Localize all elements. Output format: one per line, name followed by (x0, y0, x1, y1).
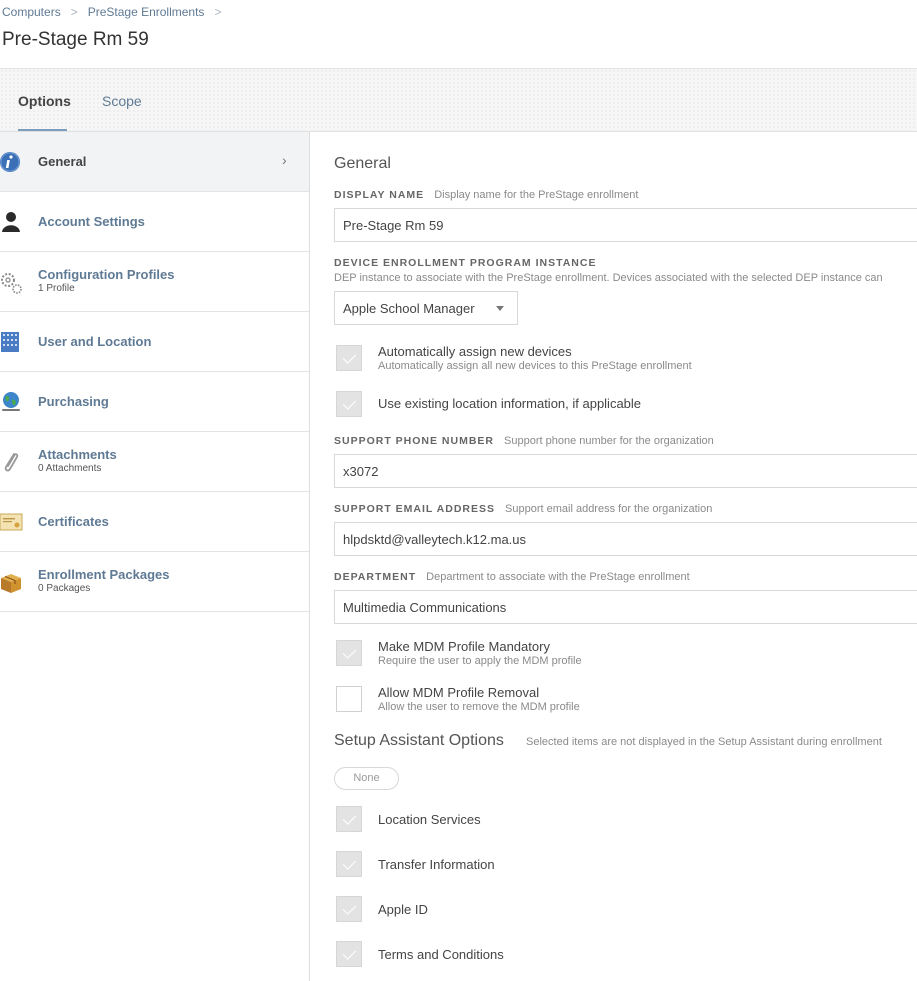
package-icon (1, 574, 21, 593)
dep-instance-select[interactable]: Apple School Manager (334, 291, 518, 325)
display-name-input[interactable] (334, 208, 917, 242)
support-email-label: SUPPORT EMAIL ADDRESS Support email addre… (334, 503, 712, 515)
auto-assign-label: Automatically assign new devices (378, 344, 572, 359)
breadcrumb-separator: > (70, 5, 78, 19)
sidebar-item-purchasing[interactable]: Purchasing (0, 372, 309, 432)
info-icon (0, 152, 20, 172)
support-phone-label-text: SUPPORT PHONE NUMBER (334, 435, 495, 447)
section-title-general: General (334, 155, 391, 172)
use-location-checkbox[interactable] (336, 391, 362, 417)
building-icon (1, 332, 19, 352)
gears-icon (1, 273, 22, 294)
dropdown-caret-icon (496, 306, 504, 311)
sidebar-item-label: Account Settings (38, 214, 145, 229)
active-tab-indicator (18, 129, 67, 131)
sidebar-item-label: Certificates (38, 514, 109, 529)
certificate-icon (0, 513, 23, 531)
mdm-mandatory-label: Make MDM Profile Mandatory (378, 639, 550, 654)
general-settings-panel: General DISPLAY NAME Display name for the… (311, 132, 917, 981)
location-services-label: Location Services (378, 812, 481, 827)
sidebar-item-user-and-location[interactable]: User and Location (0, 312, 309, 372)
breadcrumb: Computers > PreStage Enrollments > (2, 5, 231, 19)
tab-bar: Options Scope (0, 68, 917, 132)
paperclip-icon (4, 453, 19, 472)
breadcrumb-separator: > (214, 5, 222, 19)
chevron-right-icon: › (282, 152, 287, 168)
department-hint: Department to associate with the PreStag… (426, 571, 690, 583)
department-input[interactable] (334, 590, 917, 624)
dep-instance-description: DEP instance to associate with the PreSt… (334, 272, 883, 284)
support-email-hint: Support email address for the organizati… (505, 503, 713, 515)
apple-id-checkbox[interactable] (336, 896, 362, 922)
user-silhouette-icon (2, 212, 20, 232)
terms-and-conditions-label: Terms and Conditions (378, 947, 504, 962)
sidebar-item-label: User and Location (38, 334, 152, 349)
page-title: Pre-Stage Rm 59 (2, 29, 149, 50)
apple-id-label: Apple ID (378, 902, 428, 917)
page-header: Computers > PreStage Enrollments > Pre-S… (0, 0, 917, 68)
mdm-mandatory-description: Require the user to apply the MDM profil… (378, 655, 582, 667)
transfer-information-checkbox[interactable] (336, 851, 362, 877)
sidebar: General › Account Settings Configuration… (0, 132, 310, 981)
tab-scope[interactable]: Scope (102, 93, 142, 109)
sidebar-item-label: Configuration Profiles (38, 267, 175, 282)
sidebar-item-attachments[interactable]: Attachments 0 Attachments (0, 432, 309, 492)
display-name-label-text: DISPLAY NAME (334, 189, 425, 201)
checkmark-icon (342, 350, 357, 364)
breadcrumb-computers[interactable]: Computers (2, 5, 61, 19)
checkmark-icon (342, 645, 357, 659)
mdm-removal-label: Allow MDM Profile Removal (378, 685, 540, 700)
setup-assistant-hint: Selected items are not displayed in the … (526, 736, 882, 748)
support-email-input[interactable] (334, 522, 917, 556)
section-title-setup-assistant: Setup Assistant Options (334, 732, 504, 749)
sidebar-item-enrollment-packages[interactable]: Enrollment Packages 0 Packages (0, 552, 309, 612)
display-name-label: DISPLAY NAME Display name for the PreStag… (334, 189, 638, 201)
support-email-label-text: SUPPORT EMAIL ADDRESS (334, 503, 496, 515)
sidebar-item-general[interactable]: General › (0, 132, 309, 192)
sidebar-item-configuration-profiles[interactable]: Configuration Profiles 1 Profile (0, 252, 309, 312)
sidebar-item-count: 0 Packages (38, 583, 91, 594)
support-phone-hint: Support phone number for the organizatio… (504, 435, 714, 447)
tab-options[interactable]: Options (18, 93, 71, 109)
checkmark-icon (342, 901, 357, 915)
dep-instance-selected-value: Apple School Manager (343, 301, 475, 316)
support-phone-input[interactable] (334, 454, 917, 488)
checkmark-icon (342, 811, 357, 825)
support-phone-label: SUPPORT PHONE NUMBER Support phone number… (334, 435, 714, 447)
department-label-text: DEPARTMENT (334, 571, 417, 583)
use-location-label: Use existing location information, if ap… (378, 396, 642, 411)
globe-icon (2, 392, 20, 411)
location-services-checkbox[interactable] (336, 806, 362, 832)
terms-and-conditions-checkbox[interactable] (336, 941, 362, 967)
breadcrumb-prestage-enrollments[interactable]: PreStage Enrollments (88, 5, 205, 19)
checkmark-icon (342, 946, 357, 960)
mdm-mandatory-checkbox[interactable] (336, 640, 362, 666)
sidebar-item-certificates[interactable]: Certificates (0, 492, 309, 552)
sidebar-item-account-settings[interactable]: Account Settings (0, 192, 309, 252)
sidebar-item-label: General (38, 154, 87, 169)
none-button[interactable]: None (334, 767, 399, 790)
sidebar-item-label: Attachments (38, 447, 117, 462)
mdm-removal-description: Allow the user to remove the MDM profile (378, 701, 580, 713)
auto-assign-checkbox[interactable] (336, 345, 362, 371)
checkmark-icon (342, 856, 357, 870)
display-name-hint: Display name for the PreStage enrollment (434, 189, 639, 201)
checkmark-icon (342, 396, 357, 410)
sidebar-item-count: 1 Profile (38, 283, 75, 294)
sidebar-item-count: 0 Attachments (38, 463, 102, 474)
sidebar-item-label: Purchasing (38, 394, 109, 409)
sidebar-item-label: Enrollment Packages (38, 567, 170, 582)
mdm-removal-checkbox[interactable] (336, 686, 362, 712)
dep-instance-label: DEVICE ENROLLMENT PROGRAM INSTANCE (334, 257, 597, 269)
auto-assign-description: Automatically assign all new devices to … (378, 360, 692, 372)
department-label: DEPARTMENT Department to associate with t… (334, 571, 690, 583)
transfer-information-label: Transfer Information (378, 857, 495, 872)
